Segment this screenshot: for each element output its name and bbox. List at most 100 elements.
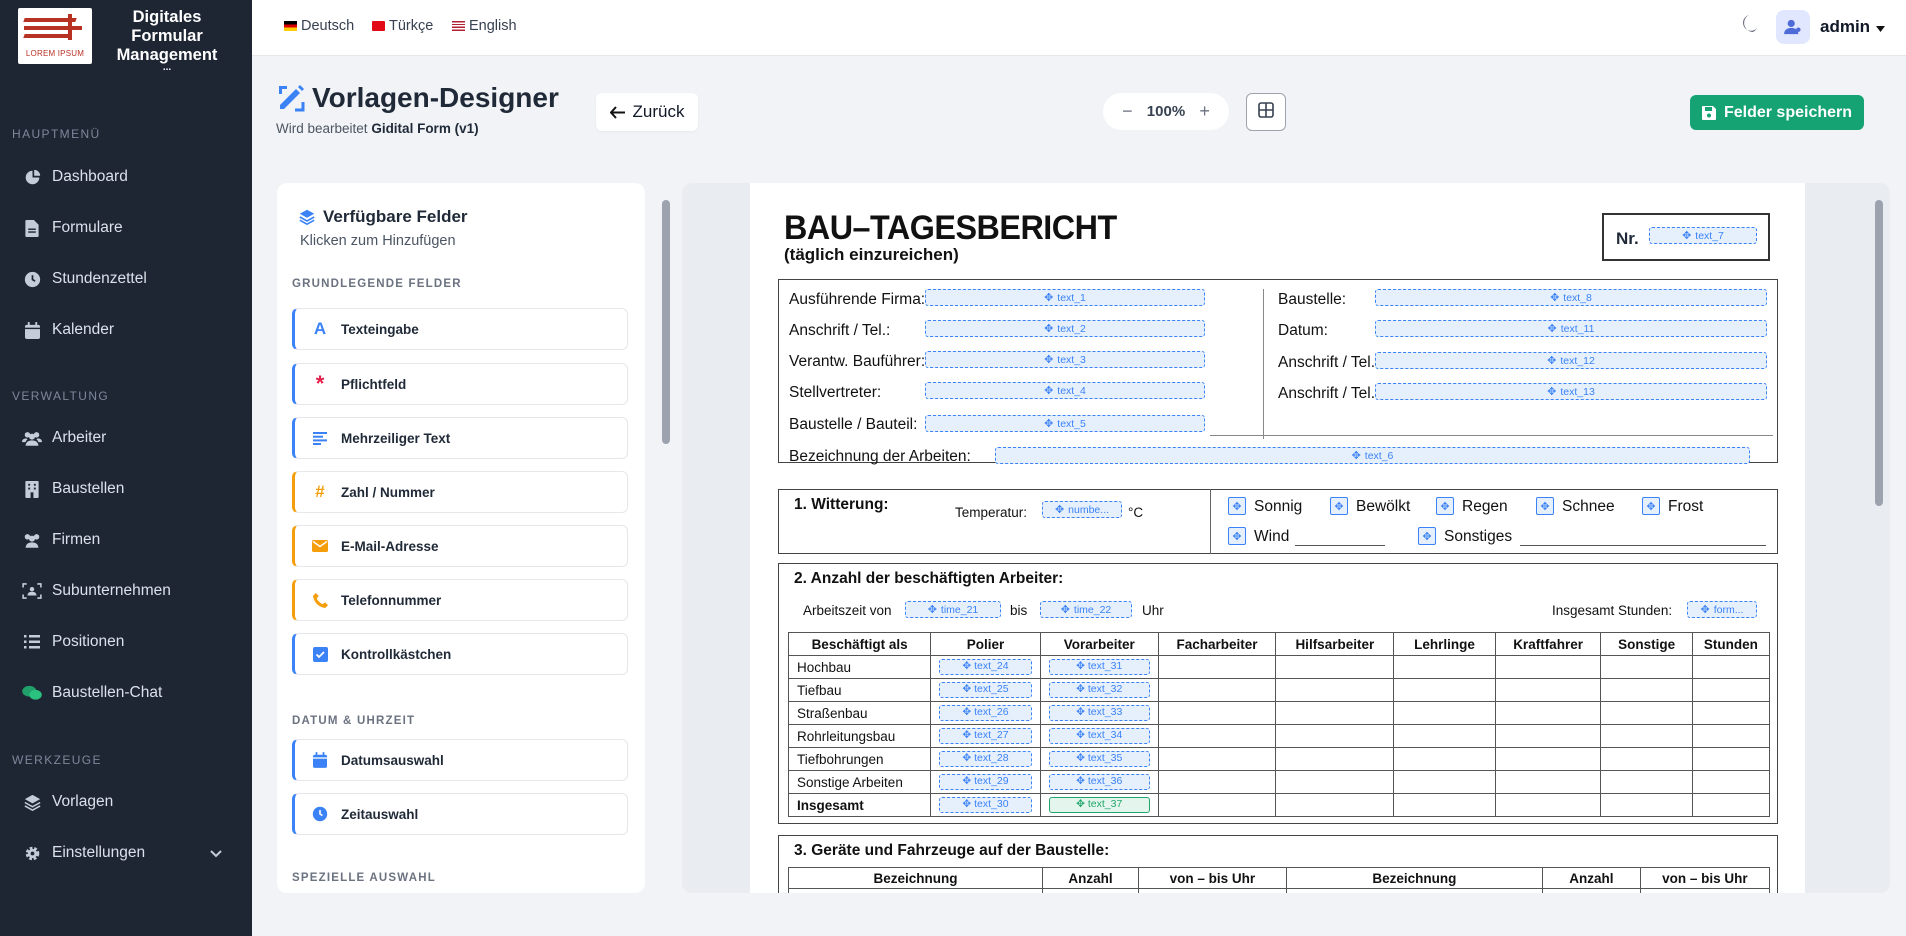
field-text-input[interactable]: A Texteingabe bbox=[292, 308, 628, 350]
language-en[interactable]: English bbox=[452, 18, 517, 34]
form-field[interactable]: ✥ text_24 bbox=[939, 659, 1032, 675]
field-id: text_36 bbox=[1087, 775, 1123, 787]
field-multiline[interactable]: Mehrzeiliger Text bbox=[292, 417, 628, 459]
sidebar-item-baustellen-chat[interactable]: Baustellen-Chat bbox=[0, 671, 252, 715]
field-date[interactable]: Datumsauswahl bbox=[292, 739, 628, 781]
row-label: Rohrleitungsbau bbox=[787, 724, 932, 748]
weather-checkbox[interactable]: ✥ bbox=[1228, 497, 1246, 515]
chevron-down-icon[interactable] bbox=[210, 845, 222, 863]
field-label: Pflichtfeld bbox=[341, 376, 407, 392]
sidebar-item-kalender[interactable]: Kalender bbox=[0, 308, 252, 352]
move-icon: ✥ bbox=[1700, 604, 1710, 616]
sidebar-item-formulare[interactable]: Formulare bbox=[0, 206, 252, 250]
field-checkbox[interactable]: Kontrollkästchen bbox=[292, 633, 628, 675]
form-field[interactable]: ✥ text_25 bbox=[939, 682, 1032, 698]
dark-mode-toggle[interactable] bbox=[1740, 14, 1758, 39]
group-label-special: SPEZIELLE AUSWAHL bbox=[292, 872, 436, 884]
field-required[interactable]: * Pflichtfeld bbox=[292, 363, 628, 405]
form-field[interactable]: ✥ text_3 bbox=[925, 351, 1205, 368]
form-field[interactable]: ✥ text_28 bbox=[939, 751, 1032, 767]
language-tr[interactable]: Türkçe bbox=[372, 18, 433, 34]
form-field-selected[interactable]: ✥ text_37 bbox=[1048, 797, 1150, 813]
field-time[interactable]: Zeitauswahl bbox=[292, 793, 628, 835]
language-de[interactable]: Deutsch bbox=[284, 18, 354, 34]
form-field[interactable]: ✥ text_13 bbox=[1375, 383, 1767, 400]
move-icon: ✥ bbox=[1440, 500, 1450, 513]
field-id: text_27 bbox=[974, 729, 1009, 741]
column-header: Lehrlinge bbox=[1393, 632, 1496, 656]
form-field[interactable]: ✥ text_34 bbox=[1048, 728, 1150, 744]
form-field[interactable]: ✥ text_26 bbox=[939, 705, 1032, 721]
move-icon: ✥ bbox=[1422, 530, 1432, 543]
form-field[interactable]: ✥ text_33 bbox=[1048, 705, 1150, 721]
grid-toggle-button[interactable] bbox=[1246, 93, 1286, 131]
field-phone[interactable]: Telefonnummer bbox=[292, 579, 628, 621]
form-field[interactable]: ✥ text_32 bbox=[1048, 682, 1150, 698]
form-field[interactable]: ✥ text_11 bbox=[1375, 320, 1767, 337]
table-cell: ✥ text_32 bbox=[1039, 678, 1159, 702]
row-label: Tiefbau bbox=[787, 678, 932, 702]
sidebar-item-firmen[interactable]: Firmen bbox=[0, 518, 252, 562]
zoom-in-button[interactable]: + bbox=[1199, 101, 1210, 122]
field-email[interactable]: E-Mail-Adresse bbox=[292, 525, 628, 567]
user-menu[interactable]: admin bbox=[1776, 10, 1886, 44]
palette-scrollbar[interactable] bbox=[662, 200, 670, 444]
form-field[interactable]: ✥ text_27 bbox=[939, 728, 1032, 744]
sidebar-item-arbeiter[interactable]: Arbeiter bbox=[0, 416, 252, 460]
move-icon: ✥ bbox=[1044, 323, 1054, 335]
sidebar-item-subunternehmen[interactable]: Subunternehmen bbox=[0, 569, 252, 613]
username: admin bbox=[1820, 17, 1871, 36]
column-header: Sonstige bbox=[1600, 632, 1693, 656]
move-icon: ✥ bbox=[1232, 530, 1242, 543]
zoom-level: 100% bbox=[1146, 103, 1186, 120]
form-field[interactable]: ✥ text_6 bbox=[995, 447, 1750, 464]
sidebar-item-baustellen[interactable]: Baustellen bbox=[0, 467, 252, 511]
field-id: text_12 bbox=[1560, 354, 1595, 367]
form-field[interactable]: ✥ text_5 bbox=[925, 415, 1205, 432]
sidebar-item-positionen[interactable]: Positionen bbox=[0, 620, 252, 664]
move-icon: ✥ bbox=[1076, 798, 1088, 810]
move-icon: ✥ bbox=[1044, 418, 1054, 430]
zoom-out-button[interactable]: − bbox=[1122, 101, 1133, 122]
weather-checkbox[interactable]: ✥ bbox=[1418, 527, 1436, 545]
row-label: Anschrift / Tel.: bbox=[789, 322, 891, 339]
form-field[interactable]: ✥ form... bbox=[1687, 601, 1757, 618]
form-field[interactable]: ✥ numbe... bbox=[1042, 501, 1122, 518]
form-field[interactable]: ✥ text_36 bbox=[1048, 774, 1150, 790]
worktime-to-label: bis bbox=[1010, 603, 1028, 618]
form-field[interactable]: ✥ text_8 bbox=[1375, 289, 1767, 306]
form-field[interactable]: ✥ text_31 bbox=[1048, 659, 1150, 675]
form-field[interactable]: ✥ text_4 bbox=[925, 382, 1205, 399]
form-field[interactable]: ✥ time_22 bbox=[1040, 601, 1132, 618]
field-id: time_21 bbox=[940, 603, 979, 616]
form-field[interactable]: ✥ text_7 bbox=[1649, 227, 1757, 244]
weather-checkbox[interactable]: ✥ bbox=[1436, 497, 1454, 515]
form-field[interactable]: ✥ text_2 bbox=[925, 320, 1205, 337]
sidebar-item-stundenzettel[interactable]: Stundenzettel bbox=[0, 257, 252, 301]
weather-checkbox[interactable]: ✥ bbox=[1330, 497, 1348, 515]
form-field[interactable]: ✥ time_21 bbox=[905, 601, 1001, 618]
row-label: Sonstige Arbeiten bbox=[787, 770, 932, 794]
form-field[interactable]: ✥ text_1 bbox=[925, 289, 1205, 306]
table-row: Tiefbohrungen ✥ text_28 ✥ text_35 bbox=[787, 747, 1771, 771]
language-label: Türkçe bbox=[389, 18, 434, 34]
form-field[interactable]: ✥ text_30 bbox=[939, 797, 1032, 813]
temperature-label: Temperatur: bbox=[955, 505, 1028, 520]
canvas-scrollbar[interactable] bbox=[1875, 200, 1883, 506]
weather-checkbox[interactable]: ✥ bbox=[1536, 497, 1554, 515]
section-label-main: HAUPTMENÜ bbox=[12, 127, 101, 141]
form-field[interactable]: ✥ text_35 bbox=[1048, 751, 1150, 767]
brand[interactable]: LOREM IPSUM Digitales Formular Managemen… bbox=[0, 0, 252, 74]
form-field[interactable]: ✥ text_12 bbox=[1375, 352, 1767, 369]
sidebar-item-einstellungen[interactable]: Einstellungen bbox=[0, 831, 252, 875]
form-field[interactable]: ✥ text_29 bbox=[939, 774, 1032, 790]
sidebar-item-dashboard[interactable]: Dashboard bbox=[0, 155, 252, 199]
weather-title: 1. Witterung: bbox=[794, 496, 889, 513]
save-fields-button[interactable]: Felder speichern bbox=[1690, 95, 1864, 130]
back-button[interactable]: Zurück bbox=[596, 93, 698, 131]
hash-icon: # bbox=[315, 482, 325, 501]
weather-checkbox[interactable]: ✥ bbox=[1228, 527, 1246, 545]
field-number[interactable]: # Zahl / Nummer bbox=[292, 471, 628, 513]
sidebar-item-vorlagen[interactable]: Vorlagen bbox=[0, 780, 252, 824]
weather-checkbox[interactable]: ✥ bbox=[1642, 497, 1660, 515]
